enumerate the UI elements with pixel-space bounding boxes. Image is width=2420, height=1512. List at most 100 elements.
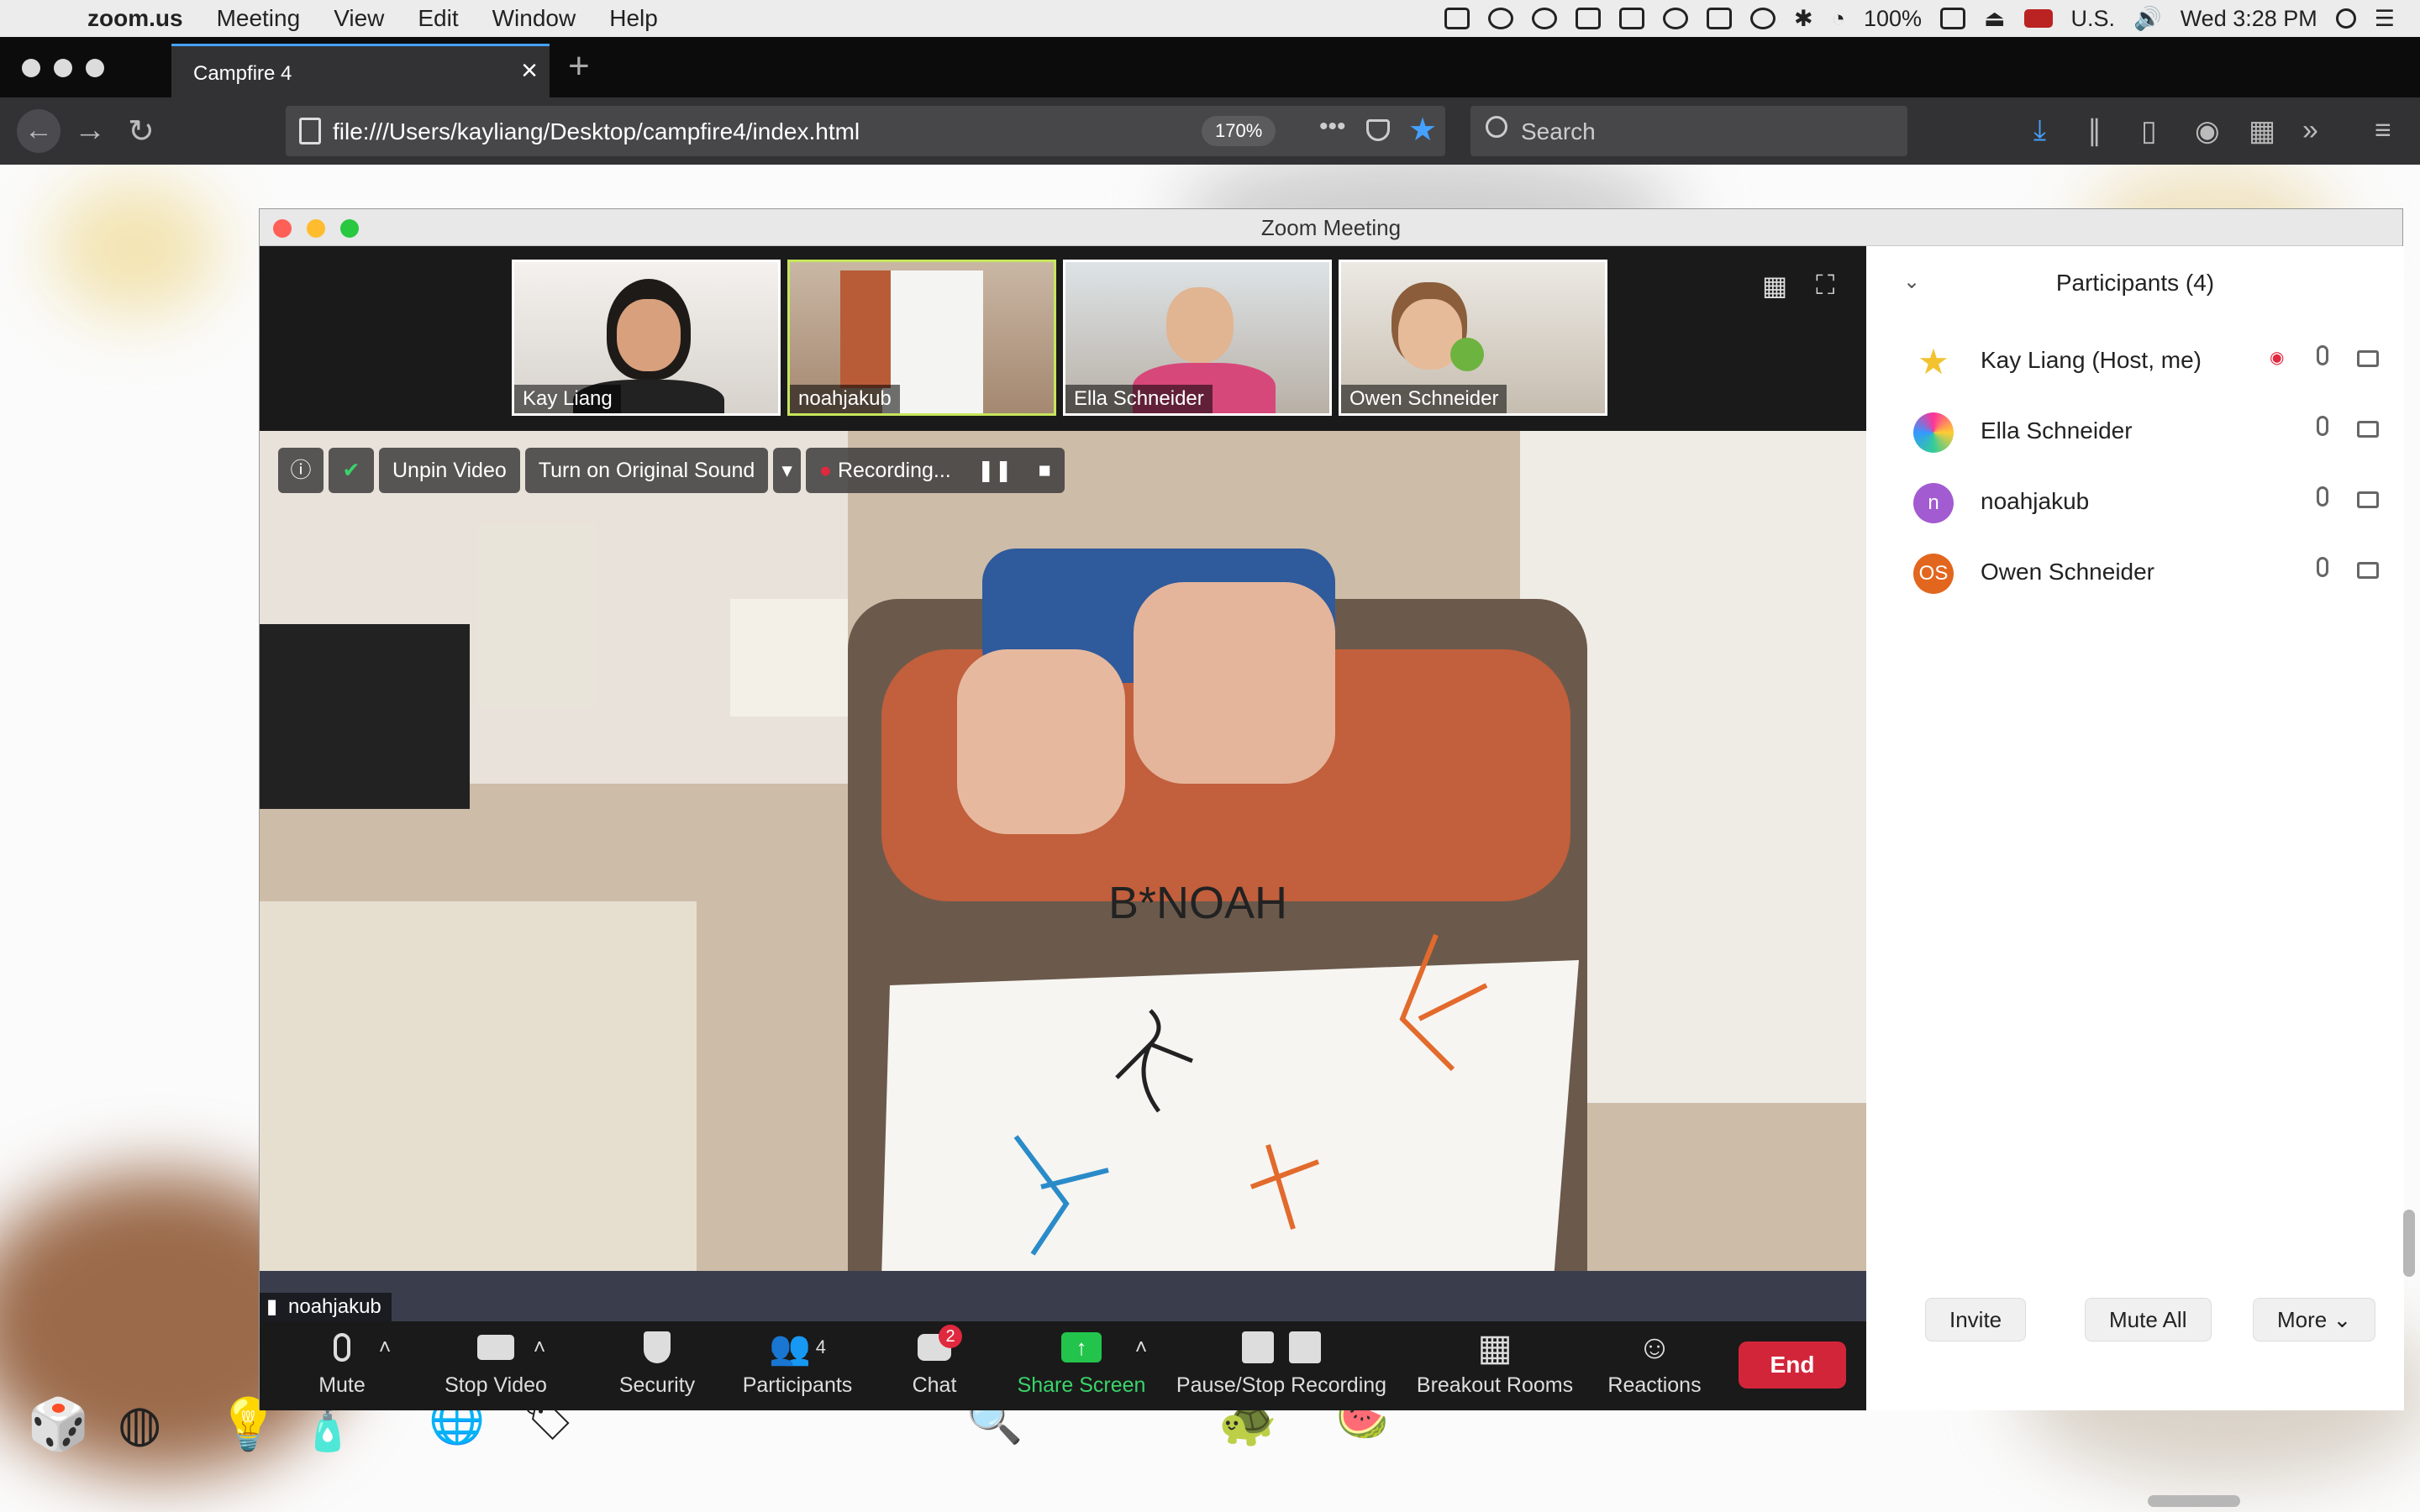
vertical-scrollbar[interactable] (2403, 1210, 2415, 1277)
end-meeting-button[interactable]: End (1739, 1341, 1846, 1389)
input-source-label[interactable]: U.S. (2071, 6, 2116, 32)
menu-meeting[interactable]: Meeting (217, 5, 301, 32)
bottle-icon[interactable]: 🧴 (302, 1406, 353, 1454)
original-sound-dropdown-icon[interactable]: ▾ (773, 448, 801, 493)
back-button[interactable]: ← (17, 109, 60, 153)
extensions-icon[interactable]: ▦ (2249, 114, 2275, 148)
tab-title: Campfire 4 (193, 62, 292, 85)
main-video[interactable]: B*NOAH ⓘ ✔ Unpin Video Turn on Original … (260, 431, 1866, 1321)
gallery-view-icon[interactable]: ▦ (1762, 270, 1787, 302)
chat-badge: 2 (939, 1325, 962, 1348)
unpin-video-button[interactable]: Unpin Video (379, 448, 520, 493)
more-button[interactable]: More ⌄ (2253, 1298, 2376, 1341)
overflow-icon[interactable]: » (2302, 114, 2318, 147)
video-options-caret-icon[interactable]: ˄ (527, 1321, 552, 1410)
bluetooth-icon[interactable]: ✱ (1794, 6, 1813, 32)
thumbnail-name: Ella Schneider (1065, 385, 1213, 413)
window-zoom-button[interactable] (86, 59, 104, 77)
downloads-icon[interactable]: ⤓ (2033, 114, 2046, 147)
pause-recording-icon[interactable]: ❚❚ (977, 459, 1013, 482)
fullscreen-icon[interactable]: ⛶ (1816, 270, 1834, 302)
reactions-button[interactable]: ☺ Reactions (1596, 1321, 1713, 1410)
participants-button[interactable]: 👥 4 Participants (730, 1321, 865, 1410)
participant-row[interactable]: OS Owen Schneider (1866, 537, 2404, 607)
bookmark-star-icon[interactable]: ★ (1408, 111, 1437, 149)
shield-check-icon[interactable]: ✔ (329, 448, 374, 493)
mute-all-button[interactable]: Mute All (2085, 1298, 2212, 1341)
browser-tab[interactable]: Campfire 4 × (171, 44, 550, 97)
url-text[interactable]: file:///Users/kayliang/Desktop/campfire4… (333, 118, 860, 145)
audio-options-caret-icon[interactable]: ˄ (372, 1321, 397, 1410)
microphone-icon[interactable] (2317, 345, 2328, 365)
window-close-button[interactable] (22, 59, 40, 77)
menu-edit[interactable]: Edit (418, 5, 458, 32)
zoom-minimize-button[interactable] (307, 219, 325, 238)
sidebar-icon[interactable]: ▯ (2141, 114, 2157, 148)
zoom-level-badge[interactable]: 170% (1202, 116, 1276, 146)
participant-row[interactable]: Ella Schneider (1866, 396, 2404, 466)
breakout-rooms-button[interactable]: ▦ Breakout Rooms (1411, 1321, 1579, 1410)
forward-button[interactable]: → (74, 113, 106, 149)
page-actions-icon[interactable]: ••• (1319, 113, 1346, 141)
microphone-icon[interactable] (2317, 416, 2328, 436)
info-icon[interactable]: ⓘ (278, 448, 324, 493)
reload-button[interactable]: ↻ (128, 113, 155, 150)
chat-button[interactable]: Chat 2 (888, 1321, 981, 1410)
screen-icon[interactable] (1576, 8, 1602, 29)
share-options-caret-icon[interactable]: ˄ (1128, 1321, 1154, 1410)
horizontal-scrollbar[interactable] (2148, 1495, 2240, 1507)
invite-button[interactable]: Invite (1925, 1298, 2027, 1341)
volume-icon[interactable]: 🔊 (2133, 5, 2162, 32)
thumbnail-ella-schneider[interactable]: Ella Schneider (1063, 260, 1332, 416)
clock[interactable]: Wed 3:28 PM (2181, 6, 2317, 32)
battery-icon[interactable] (1940, 8, 1966, 29)
stop-recording-icon[interactable]: ■ (1039, 459, 1051, 482)
wifi-icon[interactable]: ◔ (1832, 6, 1845, 32)
search-input[interactable]: Search (1470, 106, 1907, 156)
time-machine-icon[interactable] (1750, 8, 1776, 29)
thumbnail-kay-liang[interactable]: Kay Liang (512, 260, 781, 416)
creative-cloud-icon[interactable] (1488, 8, 1514, 29)
original-sound-button[interactable]: Turn on Original Sound (524, 448, 769, 493)
thumbnail-noahjakub[interactable]: noahjakub (787, 260, 1056, 416)
zoom-tray-icon[interactable] (1444, 8, 1470, 29)
display-icon[interactable] (1707, 8, 1733, 29)
microphone-icon[interactable] (2317, 486, 2328, 507)
wheel-icon[interactable]: ◍ (118, 1394, 161, 1453)
thumbnail-owen-schneider[interactable]: Owen Schneider (1339, 260, 1607, 416)
participant-row[interactable]: ★ Kay Liang (Host, me) ◉ (1866, 325, 2404, 396)
video-camera-icon[interactable] (2357, 491, 2379, 508)
eject-icon[interactable]: ⏏ (1984, 6, 2006, 32)
library-icon[interactable]: ∥ (2087, 114, 2102, 148)
windows-icon[interactable] (1619, 8, 1645, 29)
window-minimize-button[interactable] (54, 59, 72, 77)
video-camera-icon[interactable] (2357, 421, 2379, 438)
microphone-icon[interactable] (2317, 557, 2328, 577)
menu-app-name[interactable]: zoom.us (87, 5, 183, 32)
pause-stop-recording-button[interactable]: Pause/Stop Recording (1167, 1321, 1396, 1410)
spotlight-icon[interactable] (2335, 8, 2356, 29)
pocket-icon[interactable] (1366, 119, 1390, 141)
menu-window[interactable]: Window (492, 5, 576, 32)
menu-view[interactable]: View (334, 5, 384, 32)
video-camera-icon[interactable] (2357, 350, 2379, 367)
menu-help[interactable]: Help (609, 5, 658, 32)
participant-row[interactable]: n noahjakub (1866, 466, 2404, 537)
account-icon[interactable]: ◉ (2195, 114, 2220, 148)
browser-tab-bar: Campfire 4 × + (0, 37, 2420, 97)
security-button[interactable]: Security (594, 1321, 720, 1410)
ball-icon[interactable] (1532, 8, 1558, 29)
new-tab-icon[interactable]: + (568, 45, 590, 87)
zoom-maximize-button[interactable] (340, 219, 359, 238)
menu-icon[interactable]: ≡ (2375, 114, 2391, 147)
notification-center-icon[interactable]: ☰ (2375, 6, 2395, 32)
video-camera-icon[interactable] (2357, 562, 2379, 579)
thumbnail-name: noahjakub (790, 385, 900, 413)
breakout-rooms-label: Breakout Rooms (1416, 1373, 1574, 1397)
no-entry-icon[interactable] (1663, 8, 1689, 29)
dice-icon[interactable]: 🎲 (27, 1394, 90, 1454)
url-bar[interactable]: file:///Users/kayliang/Desktop/campfire4… (286, 106, 1445, 156)
zoom-window-title: Zoom Meeting (1260, 215, 1402, 240)
zoom-close-button[interactable] (273, 219, 292, 238)
close-tab-icon[interactable]: × (521, 55, 538, 87)
